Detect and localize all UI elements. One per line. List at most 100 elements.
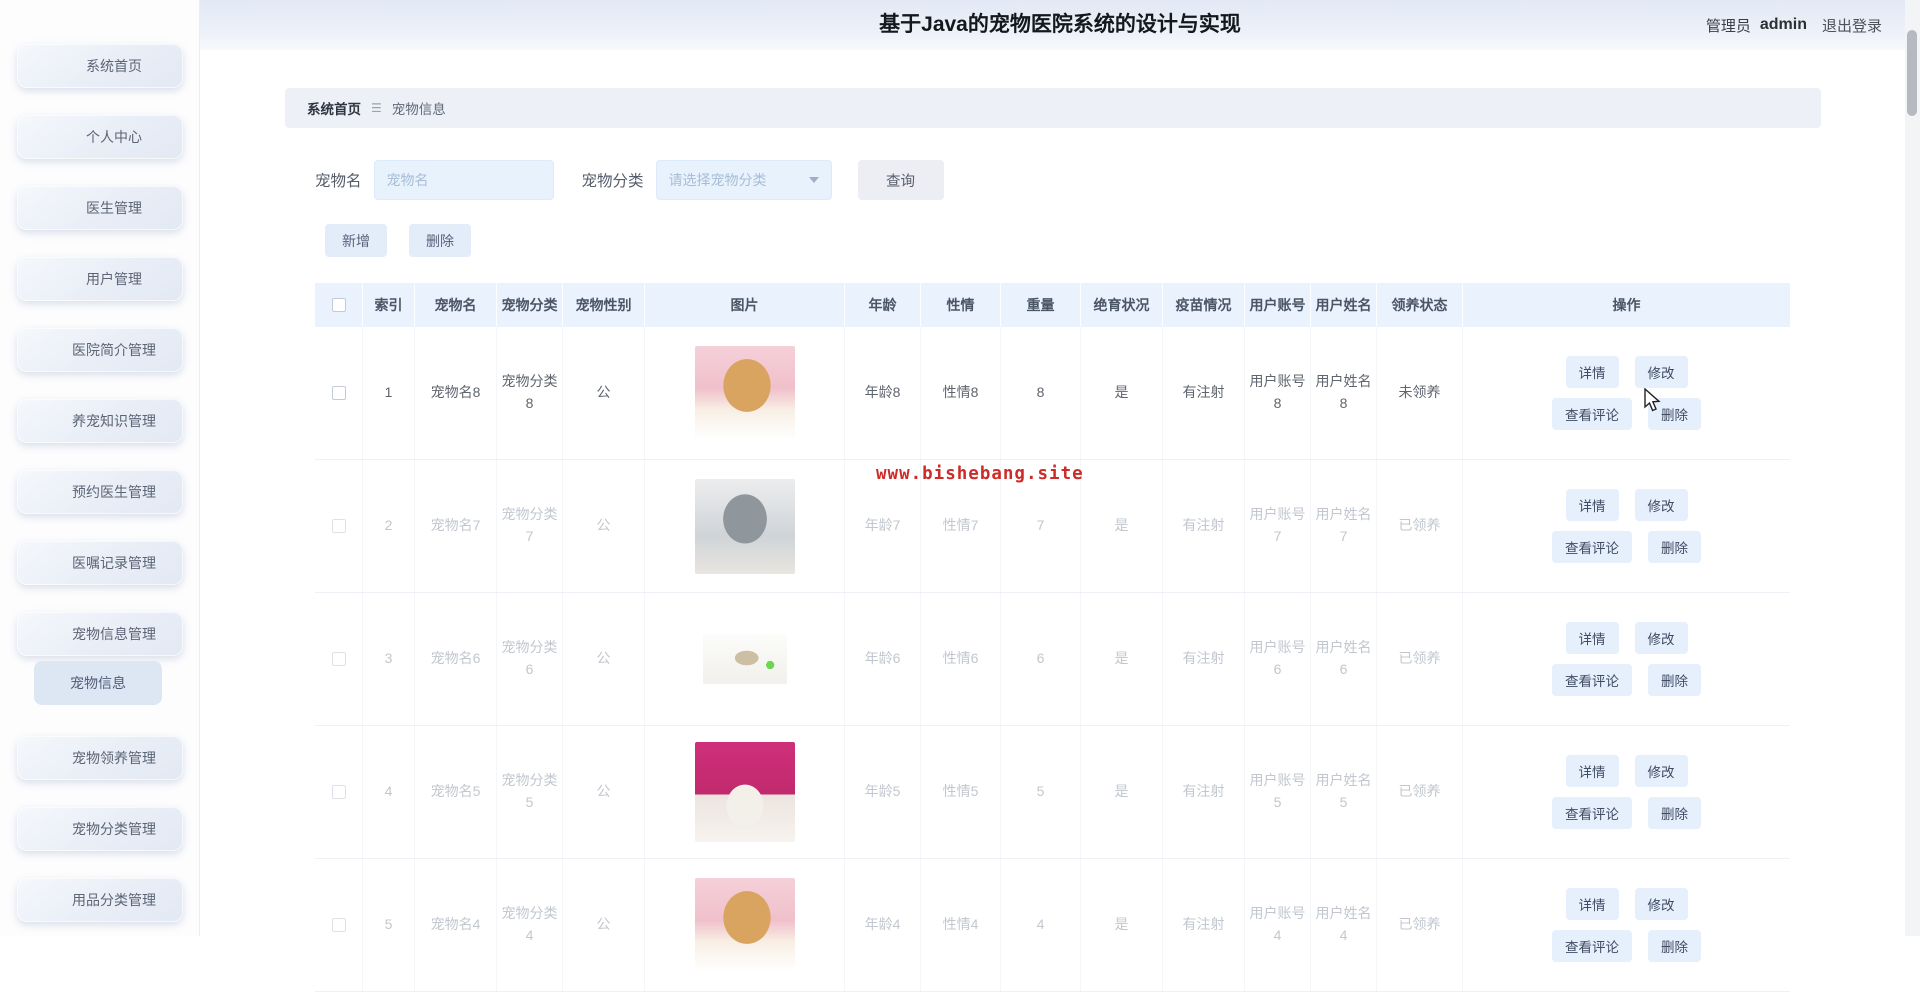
view-comments-button[interactable]: 查看评论 bbox=[1552, 930, 1632, 962]
row-checkbox-cell bbox=[315, 327, 363, 459]
cell-绝育状况: 是 bbox=[1081, 327, 1163, 459]
sidebar-item-11[interactable]: 宠物分类管理 bbox=[17, 807, 183, 851]
cell-绝育状况: 是 bbox=[1081, 593, 1163, 725]
cell-绝育状况: 是 bbox=[1081, 859, 1163, 991]
view-comments-button[interactable]: 查看评论 bbox=[1552, 531, 1632, 563]
detail-button[interactable]: 详情 bbox=[1565, 622, 1619, 654]
cell-领养状态: 未领养 bbox=[1377, 327, 1463, 459]
cell-用户账号: 用户账号4 bbox=[1245, 859, 1311, 991]
cell-领养状态: 已领养 bbox=[1377, 726, 1463, 858]
row-delete-button[interactable]: 删除 bbox=[1648, 797, 1701, 829]
sidebar-item-4[interactable]: 用户管理 bbox=[17, 257, 183, 301]
edit-button[interactable]: 修改 bbox=[1634, 622, 1688, 654]
sidebar-item-1[interactable]: 系统首页 bbox=[17, 44, 183, 88]
query-button[interactable]: 查询 bbox=[857, 160, 944, 200]
column-header-操作: 操作 bbox=[1612, 297, 1641, 313]
sidebar-item-3[interactable]: 医生管理 bbox=[17, 186, 183, 230]
sidebar-item-9[interactable]: 宠物信息管理 bbox=[17, 612, 183, 656]
sidebar: 系统首页个人中心医生管理用户管理医院简介管理 养宠知识管理 预约医生管理 医嘱记录管理… bbox=[0, 0, 200, 936]
topbar-user-area: 管理员 admin 退出登录 bbox=[1706, 0, 1882, 50]
cell-索引: 4 bbox=[363, 726, 415, 858]
column-header-图片: 图片 bbox=[645, 283, 845, 327]
cell-用户姓名: 用户姓名5 bbox=[1311, 726, 1377, 858]
row-checkbox[interactable] bbox=[331, 519, 346, 533]
cell-性情: 性情6 bbox=[921, 593, 1001, 725]
edit-button[interactable]: 修改 bbox=[1634, 356, 1688, 388]
cell-年龄: 年龄8 bbox=[845, 327, 921, 459]
username-label: admin bbox=[1759, 16, 1807, 33]
view-comments-button[interactable]: 查看评论 bbox=[1552, 797, 1632, 829]
column-header-宠物性别: 宠物性别 bbox=[563, 283, 645, 327]
row-delete-button[interactable]: 删除 bbox=[1648, 930, 1701, 962]
add-button[interactable]: 新增 bbox=[325, 224, 387, 257]
row-checkbox[interactable] bbox=[331, 918, 346, 932]
page-scrollbar[interactable] bbox=[1905, 0, 1920, 936]
cell-重量: 8 bbox=[1001, 327, 1081, 459]
cell-重量: 5 bbox=[1001, 726, 1081, 858]
detail-button[interactable]: 详情 bbox=[1565, 489, 1619, 521]
cell-用户姓名: 用户姓名6 bbox=[1311, 593, 1377, 725]
actions-cell: 详情 修改 查看评论 删除 bbox=[1463, 327, 1790, 459]
row-delete-button[interactable]: 删除 bbox=[1648, 664, 1701, 696]
mouse-cursor bbox=[1644, 387, 1662, 419]
cell-性情: 性情8 bbox=[921, 327, 1001, 459]
cell-重量: 6 bbox=[1001, 593, 1081, 725]
sidebar-subitem-宠物信息[interactable]: 宠物信息 bbox=[34, 661, 162, 705]
row-checkbox[interactable] bbox=[331, 386, 346, 400]
breadcrumb: 系统首页 ☰ 宠物信息 bbox=[285, 88, 1821, 128]
row-checkbox[interactable] bbox=[331, 785, 346, 799]
edit-button[interactable]: 修改 bbox=[1634, 755, 1688, 787]
pet-photo-golden-puppy-on-pink-blanket bbox=[694, 346, 795, 440]
cell-宠物分类: 宠物分类4 bbox=[497, 859, 563, 991]
cell-用户姓名: 用户姓名7 bbox=[1311, 460, 1377, 592]
pet-category-select[interactable]: 请选择宠物分类 bbox=[655, 160, 832, 200]
pet-name-input[interactable] bbox=[373, 160, 554, 200]
column-header-性情: 性情 bbox=[921, 283, 1001, 327]
scrollbar-thumb[interactable] bbox=[1907, 30, 1917, 116]
sidebar-item-10[interactable]: 宠物领养管理 bbox=[17, 736, 183, 780]
sidebar-item-8[interactable]: 医嘱记录管理 bbox=[17, 541, 183, 585]
user-role-label: 管理员 bbox=[1705, 17, 1751, 35]
sidebar-item-7[interactable]: 预约医生管理 bbox=[17, 470, 183, 514]
pet-image-cell bbox=[645, 327, 845, 459]
row-delete-button[interactable]: 删除 bbox=[1648, 531, 1701, 563]
cell-疫苗情况: 有注射 bbox=[1163, 593, 1245, 725]
cell-用户姓名: 用户姓名8 bbox=[1311, 327, 1377, 459]
cell-宠物名: 宠物名6 bbox=[415, 593, 497, 725]
pet-name-label: 宠物名 bbox=[315, 173, 362, 190]
watermark-text: www.bishebang.site bbox=[876, 464, 1084, 484]
pet-image-cell bbox=[645, 460, 845, 592]
cell-宠物名: 宠物名8 bbox=[415, 327, 497, 459]
breadcrumb-home[interactable]: 系统首页 bbox=[307, 98, 361, 118]
search-form: 宠物名 宠物分类 请选择宠物分类 查询 bbox=[315, 160, 944, 200]
table-row-5: 5 宠物名4 宠物分类4 公年龄4 性情4 4 是有注射 用户账号4 用户姓名4 已领养 详情 修改查… bbox=[315, 859, 1790, 992]
edit-button[interactable]: 修改 bbox=[1634, 489, 1688, 521]
cell-索引: 1 bbox=[363, 327, 415, 459]
cell-重量: 4 bbox=[1001, 859, 1081, 991]
sidebar-item-2[interactable]: 个人中心 bbox=[17, 115, 183, 159]
cell-宠物性别: 公 bbox=[563, 327, 645, 459]
detail-button[interactable]: 详情 bbox=[1565, 888, 1619, 920]
sidebar-item-6[interactable]: 养宠知识管理 bbox=[17, 399, 183, 443]
logout-link[interactable]: 退出登录 bbox=[1822, 15, 1882, 36]
cell-年龄: 年龄6 bbox=[845, 593, 921, 725]
sidebar-item-5[interactable]: 医院简介管理 bbox=[17, 328, 183, 372]
view-comments-button[interactable]: 查看评论 bbox=[1552, 664, 1632, 696]
view-comments-button[interactable]: 查看评论 bbox=[1552, 398, 1632, 430]
table-header-row: 索引 宠物名 宠物分类 宠物性别 图片 年龄 性情 重量 绝育状况 疫苗情况 用户账号 用户姓名 领养状… bbox=[315, 283, 1790, 327]
edit-button[interactable]: 修改 bbox=[1634, 888, 1688, 920]
row-checkbox[interactable] bbox=[331, 652, 346, 666]
column-header-用户账号: 用户账号 bbox=[1245, 283, 1311, 327]
detail-button[interactable]: 详情 bbox=[1565, 356, 1619, 388]
delete-button[interactable]: 删除 bbox=[409, 224, 471, 257]
table-row-1: 1 宠物名8 宠物分类8 公年龄8 性情8 8 是有注射 用户账号8 用户姓名8 未领养 详情 修改查… bbox=[315, 327, 1790, 460]
breadcrumb-current: 宠物信息 bbox=[391, 102, 446, 117]
pet-category-select-placeholder: 请选择宠物分类 bbox=[668, 172, 767, 188]
detail-button[interactable]: 详情 bbox=[1565, 755, 1619, 787]
cell-绝育状况: 是 bbox=[1081, 460, 1163, 592]
header-checkbox-cell bbox=[315, 283, 363, 327]
actions-cell: 详情 修改 查看评论 删除 bbox=[1463, 859, 1790, 991]
select-all-checkbox[interactable] bbox=[331, 298, 346, 312]
sidebar-item-12[interactable]: 用品分类管理 bbox=[17, 878, 183, 922]
column-header-年龄: 年龄 bbox=[845, 283, 921, 327]
